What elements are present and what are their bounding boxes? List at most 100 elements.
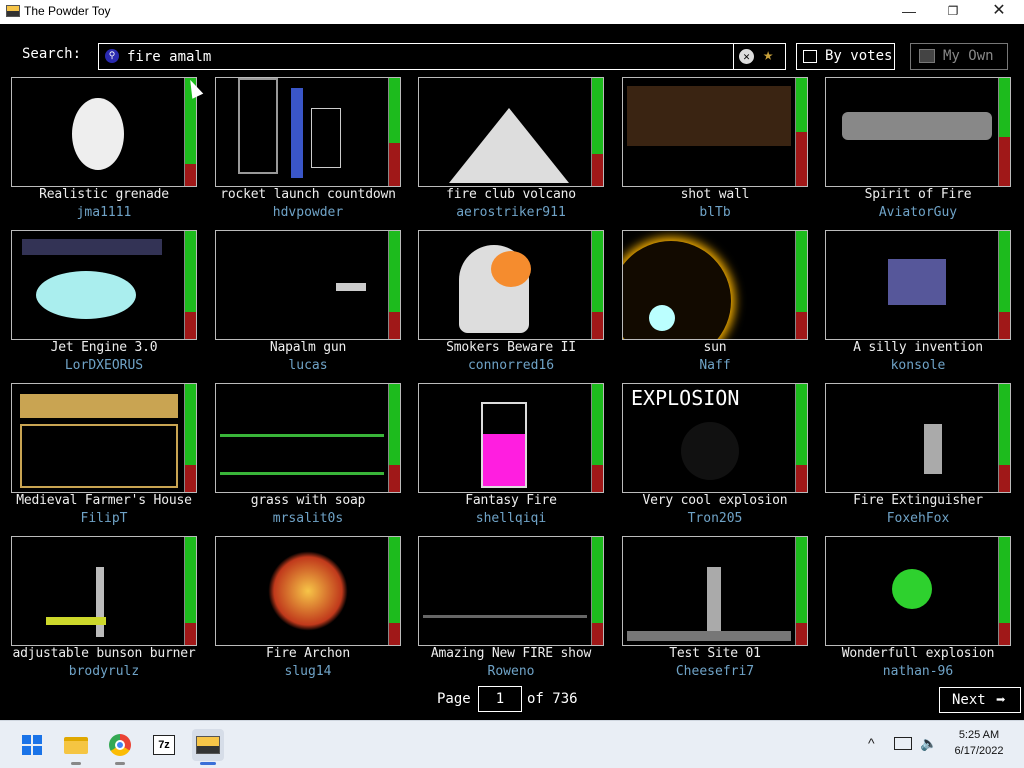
powder-toy-app-icon xyxy=(6,5,20,17)
start-button[interactable] xyxy=(16,729,48,761)
search-divider xyxy=(733,44,734,69)
save-author[interactable]: AviatorGuy xyxy=(825,205,1011,220)
save-tile[interactable]: Amazing New FIRE show Roweno xyxy=(418,536,604,686)
save-author[interactable]: hdvpowder xyxy=(215,205,401,220)
save-tile[interactable]: Jet Engine 3.0 LorDXEORUS xyxy=(11,230,197,380)
save-tile[interactable]: fire club volcano aerostriker911 xyxy=(418,77,604,227)
save-thumbnail[interactable] xyxy=(825,536,1011,646)
save-thumbnail[interactable] xyxy=(622,536,808,646)
save-thumbnail[interactable] xyxy=(622,230,808,340)
clear-search-icon[interactable]: ✕ xyxy=(739,49,754,64)
save-thumbnail[interactable] xyxy=(215,77,401,187)
save-thumbnail[interactable] xyxy=(418,383,604,493)
save-author[interactable]: slug14 xyxy=(215,664,401,679)
save-author[interactable]: FoxehFox xyxy=(825,511,1011,526)
search-input[interactable]: ⚲ fire amalm ✕ ★ xyxy=(98,43,786,70)
save-thumbnail[interactable] xyxy=(825,383,1011,493)
save-tile[interactable]: adjustable bunson burner brodyrulz xyxy=(11,536,197,686)
save-author[interactable]: blTb xyxy=(622,205,808,220)
thumbnail-shape xyxy=(649,305,675,331)
save-thumbnail[interactable] xyxy=(825,230,1011,340)
save-tile[interactable]: shot wall blTb xyxy=(622,77,808,227)
save-tile[interactable]: rocket launch countdown hdvpowder xyxy=(215,77,401,227)
save-tile[interactable]: Realistic grenade jma1111 xyxy=(11,77,197,227)
save-thumbnail[interactable]: EXPLOSION xyxy=(622,383,808,493)
page-number-input[interactable]: 1 xyxy=(478,686,522,712)
search-icon: ⚲ xyxy=(105,49,119,63)
taskbar-file-explorer[interactable] xyxy=(60,729,92,765)
save-tile[interactable]: Fire Extinguisher FoxehFox xyxy=(825,383,1011,533)
save-tile[interactable]: Medieval Farmer's House FilipT xyxy=(11,383,197,533)
favorite-star-icon[interactable]: ★ xyxy=(763,45,773,65)
save-author[interactable]: aerostriker911 xyxy=(418,205,604,220)
page-total: of 736 xyxy=(527,691,578,707)
upvote-fill xyxy=(796,384,807,465)
save-tile[interactable]: Smokers Beware II connorred16 xyxy=(418,230,604,380)
save-tile[interactable]: Fire Archon slug14 xyxy=(215,536,401,686)
save-author[interactable]: LorDXEORUS xyxy=(11,358,197,373)
save-tile[interactable]: Test Site 01 Cheesefri7 xyxy=(622,536,808,686)
explosion-handwriting: EXPLOSION xyxy=(631,386,740,410)
thumbnail-shape xyxy=(623,241,731,339)
close-button[interactable]: ✕ xyxy=(976,0,1022,24)
save-thumbnail[interactable] xyxy=(215,230,401,340)
vote-bar xyxy=(795,537,807,645)
save-author[interactable]: FilipT xyxy=(11,511,197,526)
taskbar-7zip[interactable]: 7z xyxy=(148,729,180,761)
save-thumbnail[interactable] xyxy=(622,77,808,187)
save-name: Medieval Farmer's House xyxy=(16,493,192,508)
save-thumbnail[interactable] xyxy=(11,77,197,187)
sort-by-votes-button[interactable]: By votes xyxy=(796,43,895,70)
save-name: Napalm gun xyxy=(269,340,347,355)
next-page-button[interactable]: Next ➡ xyxy=(939,687,1021,713)
save-tile[interactable]: sun Naff xyxy=(622,230,808,380)
save-author[interactable]: Roweno xyxy=(418,664,604,679)
save-thumbnail[interactable] xyxy=(825,77,1011,187)
start-icon xyxy=(22,735,42,755)
tray-chevron-icon[interactable]: ^ xyxy=(868,735,875,751)
vote-bar xyxy=(591,384,603,492)
save-author[interactable]: nathan-96 xyxy=(825,664,1011,679)
maximize-button[interactable]: ❐ xyxy=(930,0,976,24)
save-thumbnail[interactable] xyxy=(418,230,604,340)
save-name: Fire Archon xyxy=(266,646,350,661)
save-thumbnail[interactable] xyxy=(11,383,197,493)
save-thumbnail[interactable] xyxy=(418,536,604,646)
my-own-button[interactable]: My Own xyxy=(910,43,1008,70)
taskbar-clock[interactable]: 5:25 AM 6/17/2022 xyxy=(944,727,1014,759)
save-author[interactable]: brodyrulz xyxy=(11,664,197,679)
save-author[interactable]: connorred16 xyxy=(418,358,604,373)
save-name: fire club volcano xyxy=(446,187,576,202)
save-tile[interactable]: Fantasy Fire shellqiqi xyxy=(418,383,604,533)
vote-bar xyxy=(184,231,196,339)
thumbnail-shape xyxy=(36,271,136,319)
volume-icon[interactable]: 🔈 xyxy=(920,735,937,752)
save-thumbnail[interactable] xyxy=(11,536,197,646)
save-tile[interactable]: Napalm gun lucas xyxy=(215,230,401,380)
windows-taskbar: 7z ^ 🔈 5:25 AM 6/17/2022 xyxy=(0,720,1024,768)
thumbnail-shape xyxy=(842,112,992,140)
taskbar-chrome[interactable] xyxy=(104,729,136,765)
save-thumbnail[interactable] xyxy=(215,536,401,646)
save-thumbnail[interactable] xyxy=(418,77,604,187)
vote-bar xyxy=(998,78,1010,186)
save-author[interactable]: konsole xyxy=(825,358,1011,373)
save-thumbnail[interactable] xyxy=(11,230,197,340)
save-tile[interactable]: grass with soap mrsalit0s xyxy=(215,383,401,533)
save-author[interactable]: shellqiqi xyxy=(418,511,604,526)
thumbnail-shape xyxy=(22,239,162,255)
minimize-button[interactable]: — xyxy=(886,0,932,24)
taskbar-powder-toy[interactable] xyxy=(192,729,224,765)
save-author[interactable]: Cheesefri7 xyxy=(622,664,808,679)
save-tile[interactable]: A silly invention konsole xyxy=(825,230,1011,380)
save-author[interactable]: Naff xyxy=(622,358,808,373)
save-tile[interactable]: Spirit of Fire AviatorGuy xyxy=(825,77,1011,227)
save-tile[interactable]: Wonderfull explosion nathan-96 xyxy=(825,536,1011,686)
save-author[interactable]: jma1111 xyxy=(11,205,197,220)
save-author[interactable]: Tron205 xyxy=(622,511,808,526)
save-thumbnail[interactable] xyxy=(215,383,401,493)
network-icon[interactable] xyxy=(894,737,912,750)
save-tile[interactable]: EXPLOSION Very cool explosion Tron205 xyxy=(622,383,808,533)
save-author[interactable]: mrsalit0s xyxy=(215,511,401,526)
save-author[interactable]: lucas xyxy=(215,358,401,373)
